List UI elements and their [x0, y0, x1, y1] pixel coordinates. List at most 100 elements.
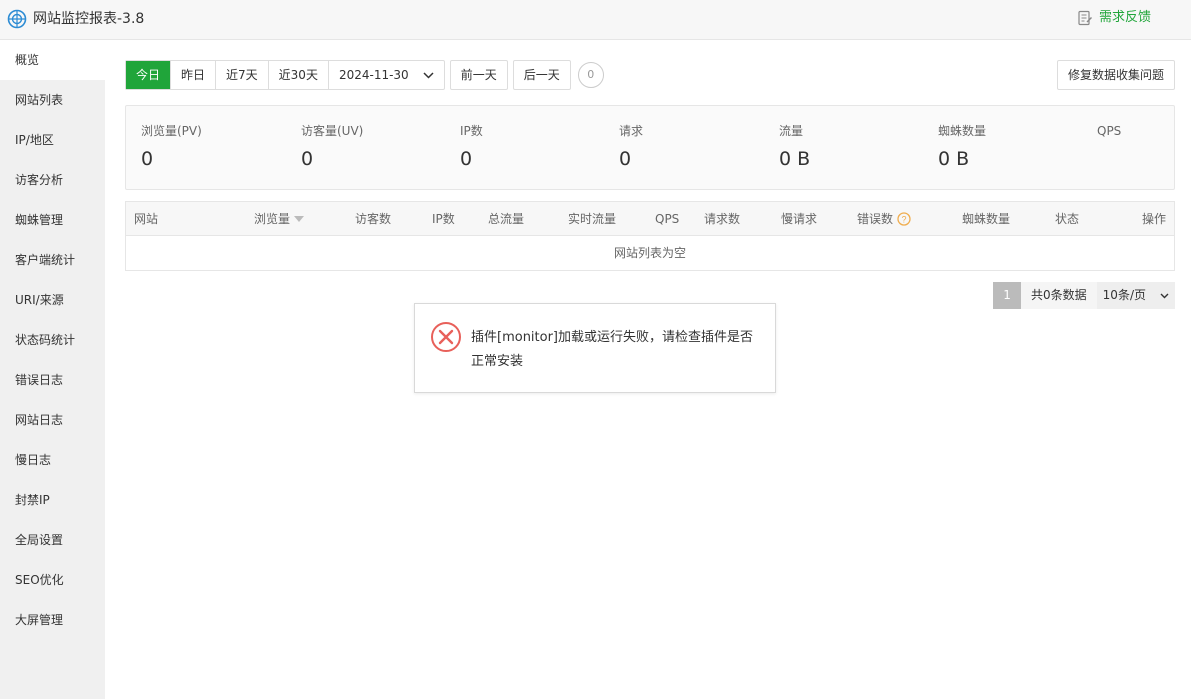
sidebar-item-label: 客户端统计 — [15, 253, 76, 267]
sidebar-item-site-list[interactable]: 网站列表 — [0, 80, 105, 120]
range-today-button[interactable]: 今日 — [126, 61, 172, 89]
sidebar-item-big-screen[interactable]: 大屏管理 — [0, 600, 105, 640]
feedback-label: 需求反馈 — [1098, 10, 1151, 25]
stat-label: 请求 — [619, 124, 644, 138]
stat-pv: 浏览量(PV) 0 — [141, 124, 202, 170]
page-size-select[interactable]: 10条/页 — [1096, 282, 1175, 309]
sidebar-item-label: 网站日志 — [15, 413, 64, 427]
stat-value: 0 — [460, 148, 473, 170]
column-label: QPS — [655, 212, 680, 226]
page-total-text: 共0条数据 — [1021, 282, 1097, 309]
col-status: 状态 — [1055, 202, 1079, 236]
stat-requests: 请求 0 — [619, 124, 643, 170]
sidebar-item-label: 概览 — [15, 53, 40, 67]
sidebar-item-status-code[interactable]: 状态码统计 — [0, 320, 105, 360]
sidebar-item-site-log[interactable]: 网站日志 — [0, 400, 105, 440]
date-picker[interactable]: 2024-11-30 — [329, 61, 444, 89]
site-table: 网站 浏览量 访客数 IP数 总流量 实时流量 QPS 请求数 慢请求 错误数 … — [125, 201, 1175, 271]
help-icon[interactable]: ? — [897, 212, 911, 226]
refresh-counter[interactable]: 0 — [577, 62, 604, 88]
stat-label: QPS — [1097, 124, 1122, 138]
col-pv-sortable[interactable]: 浏览量 — [254, 202, 305, 236]
sidebar-item-ip-region[interactable]: IP/地区 — [0, 120, 105, 160]
sidebar-item-slow-log[interactable]: 慢日志 — [0, 440, 105, 480]
app-logo-icon — [7, 9, 27, 29]
stat-label: IP数 — [460, 124, 483, 138]
error-circle-icon — [431, 322, 461, 352]
col-requests: 请求数 — [704, 202, 740, 236]
range-yesterday-button[interactable]: 昨日 — [171, 61, 217, 89]
col-actions: 操作 — [1142, 202, 1166, 236]
stat-label: 访客量(UV) — [301, 124, 364, 138]
date-range-group: 今日 昨日 近7天 近30天 2024-11-30 — [125, 60, 445, 90]
prev-day-button[interactable]: 前一天 — [449, 60, 508, 90]
column-label: 蜘蛛数量 — [962, 212, 1011, 226]
column-label: 网站 — [134, 212, 159, 226]
stat-value: 0 — [301, 148, 314, 170]
column-label: IP数 — [432, 212, 455, 226]
col-site: 网站 — [134, 202, 158, 236]
col-qps: QPS — [655, 202, 679, 236]
chevron-down-icon — [1160, 293, 1169, 298]
toast-message: 插件[monitor]加载或运行失败，请检查插件是否正常安装 — [471, 330, 754, 369]
column-label: 操作 — [1142, 212, 1167, 226]
column-label: 请求数 — [704, 212, 741, 226]
stat-value: 0 B — [938, 148, 970, 170]
range-7days-button[interactable]: 近7天 — [216, 61, 269, 89]
sidebar-item-visitor-analysis[interactable]: 访客分析 — [0, 160, 105, 200]
sidebar-item-seo[interactable]: SEO优化 — [0, 560, 105, 600]
sidebar-item-uri-source[interactable]: URI/来源 — [0, 280, 105, 320]
sidebar-item-label: 访客分析 — [15, 173, 64, 187]
sidebar-item-error-log[interactable]: 错误日志 — [0, 360, 105, 400]
sidebar-item-label: 全局设置 — [15, 533, 64, 547]
sidebar-item-label: SEO优化 — [15, 573, 64, 587]
stat-label: 蜘蛛数量 — [938, 124, 987, 138]
app-title: 网站监控报表-3.8 — [33, 11, 145, 27]
sidebar-item-label: 网站列表 — [15, 93, 64, 107]
col-ip: IP数 — [432, 202, 455, 236]
stats-panel: 浏览量(PV) 0 访客量(UV) 0 IP数 0 请求 0 流量 0 B 蜘蛛… — [125, 105, 1175, 190]
sidebar-item-spider[interactable]: 蜘蛛管理 — [0, 200, 105, 240]
stat-qps: QPS — [1097, 124, 1121, 148]
sidebar-item-label: 慢日志 — [15, 453, 52, 467]
column-label: 慢请求 — [781, 212, 818, 226]
sidebar-item-label: URI/来源 — [15, 293, 64, 307]
page-size-value: 10条/页 — [1102, 288, 1146, 302]
column-label: 实时流量 — [568, 212, 617, 226]
sidebar-item-label: 错误日志 — [15, 373, 64, 387]
sidebar-item-overview[interactable]: 概览 — [0, 40, 105, 80]
col-slow-requests: 慢请求 — [781, 202, 817, 236]
range-30days-button[interactable]: 近30天 — [268, 61, 329, 89]
repair-data-button[interactable]: 修复数据收集问题 — [1056, 60, 1175, 90]
sidebar-item-label: 封禁IP — [15, 493, 50, 507]
date-toolbar: 今日 昨日 近7天 近30天 2024-11-30 前一天 后一天 0 — [125, 60, 604, 90]
svg-text:?: ? — [902, 215, 907, 225]
stat-label: 浏览量(PV) — [141, 124, 202, 138]
stat-traffic: 流量 0 B — [779, 124, 810, 170]
page-number-button[interactable]: 1 — [993, 282, 1022, 309]
feedback-button[interactable]: 需求反馈 — [1077, 9, 1151, 27]
stat-value: 0 — [141, 148, 154, 170]
sidebar-item-client-stats[interactable]: 客户端统计 — [0, 240, 105, 280]
col-total-traffic: 总流量 — [488, 202, 524, 236]
next-day-button[interactable]: 后一天 — [512, 60, 571, 90]
stat-ip: IP数 0 — [460, 124, 483, 170]
col-spiders: 蜘蛛数量 — [962, 202, 1010, 236]
pagination: 1 共0条数据 10条/页 — [993, 282, 1175, 309]
sidebar-item-label: 大屏管理 — [15, 613, 64, 627]
sidebar-item-label: 状态码统计 — [15, 333, 76, 347]
sidebar-item-global-settings[interactable]: 全局设置 — [0, 520, 105, 560]
column-label: 总流量 — [488, 212, 525, 226]
column-label: 状态 — [1055, 212, 1080, 226]
date-value: 2024-11-30 — [338, 68, 409, 82]
title-bar: 网站监控报表-3.8 需求反馈 — [0, 0, 1191, 40]
stat-label: 流量 — [779, 124, 804, 138]
table-empty-text: 网站列表为空 — [613, 246, 686, 260]
stat-uv: 访客量(UV) 0 — [301, 124, 363, 170]
column-label: 浏览量 — [254, 212, 291, 226]
sidebar-item-label: 蜘蛛管理 — [15, 213, 64, 227]
stat-value: 0 — [619, 148, 632, 170]
sidebar-item-banned-ip[interactable]: 封禁IP — [0, 480, 105, 520]
col-errors: 错误数 ? — [857, 202, 911, 236]
table-header: 网站 浏览量 访客数 IP数 总流量 实时流量 QPS 请求数 慢请求 错误数 … — [126, 202, 1174, 236]
